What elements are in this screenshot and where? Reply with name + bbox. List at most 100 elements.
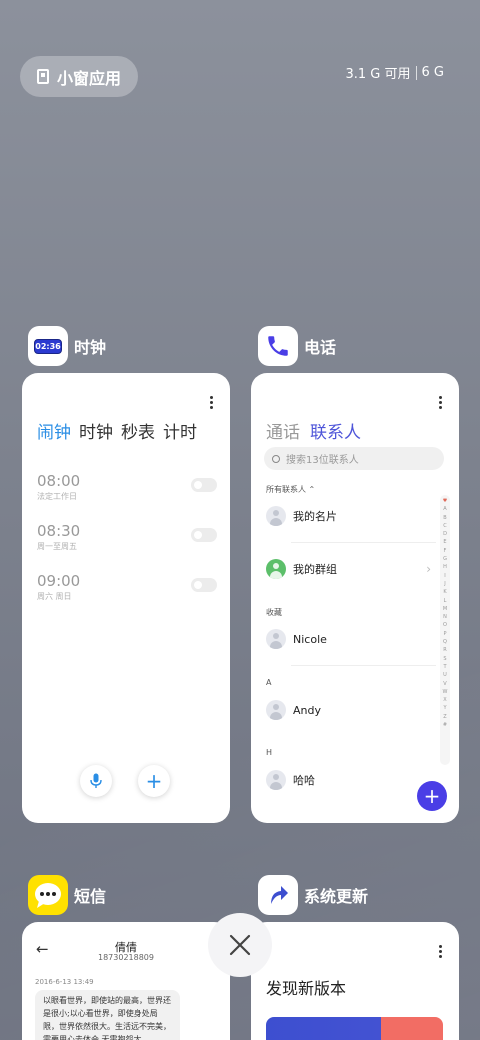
alphabet-letter[interactable]: N: [440, 613, 450, 621]
divider: [291, 542, 436, 543]
update-app-label[interactable]: 系统更新: [258, 875, 368, 915]
plus-icon: +: [145, 769, 163, 793]
alphabet-letter[interactable]: X: [440, 696, 450, 704]
update-title: 发现新版本: [266, 979, 347, 998]
alphabet-letter[interactable]: S: [440, 655, 450, 663]
tab-stopwatch[interactable]: 秒表: [121, 418, 155, 443]
alarm-time: 09:00: [37, 572, 81, 590]
update-app-name: 系统更新: [304, 887, 369, 906]
contact-row[interactable]: Nicole: [266, 629, 431, 649]
tab-calls[interactable]: 通话: [266, 418, 300, 443]
alphabet-letter[interactable]: ♥: [440, 497, 450, 505]
more-icon[interactable]: [210, 396, 214, 411]
alphabet-letter[interactable]: W: [440, 688, 450, 696]
alphabet-letter[interactable]: A: [440, 505, 450, 513]
all-contacts-filter[interactable]: 所有联系人 ⌃: [266, 484, 315, 495]
alarm-time: 08:30: [37, 522, 81, 540]
add-alarm-button[interactable]: +: [138, 765, 170, 797]
my-group-label: 我的群组: [293, 563, 337, 576]
contact-name: Nicole: [293, 632, 327, 646]
alphabet-letter[interactable]: Y: [440, 704, 450, 712]
search-icon: [272, 454, 280, 463]
phone-handset-icon: [268, 336, 288, 356]
clock-app-label[interactable]: 02:36 时钟: [28, 326, 106, 366]
tab-alarm[interactable]: 闹钟: [37, 418, 71, 443]
alphabet-letter[interactable]: M: [440, 605, 450, 613]
alarm-toggle[interactable]: [191, 478, 217, 492]
avatar-icon: [266, 770, 286, 790]
conversation-number: 18730218809: [98, 953, 154, 962]
phone-tabs: 通话 联系人: [266, 418, 361, 443]
my-group-row[interactable]: 我的群组 ›: [266, 559, 431, 579]
clear-all-button[interactable]: [208, 913, 272, 977]
divider: [291, 665, 436, 666]
voice-alarm-button[interactable]: [80, 765, 112, 797]
alphabet-index[interactable]: ♥ A B C D E F G H I J K L M N O P Q R S T U V W X Y Z #: [440, 495, 450, 765]
alphabet-letter[interactable]: K: [440, 588, 450, 596]
update-banner: [266, 1017, 443, 1040]
my-card-row[interactable]: 我的名片: [266, 506, 431, 526]
alphabet-letter[interactable]: T: [440, 663, 450, 671]
alphabet-letter[interactable]: L: [440, 597, 450, 605]
favorites-header: 收藏: [266, 608, 282, 617]
add-contact-button[interactable]: +: [417, 781, 447, 811]
alphabet-letter[interactable]: J: [440, 580, 450, 588]
plus-icon: +: [423, 784, 441, 808]
memory-status: 3.1 G 可用 6 G: [346, 63, 445, 82]
alphabet-letter[interactable]: Z: [440, 713, 450, 721]
mini-window-icon: [37, 69, 49, 84]
alarm-toggle[interactable]: [191, 578, 217, 592]
clock-app-card[interactable]: 闹钟 时钟 秒表 计时 08:00 法定工作日 08:30 周一至周五 09:0…: [22, 373, 230, 823]
alphabet-letter[interactable]: P: [440, 630, 450, 638]
contact-row[interactable]: 哈哈: [266, 770, 431, 790]
alarm-repeat: 周六 周日: [37, 592, 72, 601]
contact-row[interactable]: Andy: [266, 700, 431, 720]
contact-name: 哈哈: [293, 774, 315, 787]
alarm-item[interactable]: 08:30 周一至周五: [37, 522, 217, 552]
message-date: 2016-6-13 13:49: [35, 978, 94, 986]
tab-clock[interactable]: 时钟: [79, 418, 113, 443]
mini-window-apps-button[interactable]: 小窗应用: [20, 56, 138, 97]
alphabet-letter[interactable]: G: [440, 555, 450, 563]
message-bubble[interactable]: 以眼看世界，即使站的最高，世界还是很小;以心看世界，即使身处局限，世界依然很大。…: [35, 990, 180, 1040]
alphabet-letter[interactable]: F: [440, 547, 450, 555]
alarm-repeat: 周一至周五: [37, 542, 77, 551]
section-header-h: H: [266, 748, 273, 757]
my-card-label: 我的名片: [293, 510, 337, 523]
alphabet-letter[interactable]: E: [440, 538, 450, 546]
sms-app-card[interactable]: ← 倩倩 18730218809 2016-6-13 13:49 以眼看世界，即…: [22, 922, 230, 1040]
more-icon[interactable]: [439, 945, 443, 960]
alphabet-letter[interactable]: B: [440, 514, 450, 522]
alphabet-letter[interactable]: R: [440, 646, 450, 654]
phone-app-card[interactable]: 通话 联系人 搜索13位联系人 所有联系人 ⌃ 我的名片 我的群组 › 收藏 N…: [251, 373, 459, 823]
alarm-item[interactable]: 09:00 周六 周日: [37, 572, 217, 602]
memory-separator: [415, 65, 417, 80]
alphabet-letter[interactable]: C: [440, 522, 450, 530]
update-app-card[interactable]: 发现新版本: [251, 922, 459, 1040]
chevron-right-icon: ›: [426, 562, 431, 576]
alarm-time: 08:00: [37, 472, 81, 490]
phone-app-label[interactable]: 电话: [258, 326, 336, 366]
tab-timer[interactable]: 计时: [163, 418, 197, 443]
alphabet-letter[interactable]: I: [440, 572, 450, 580]
alphabet-letter[interactable]: #: [440, 721, 450, 729]
avatar-icon: [266, 629, 286, 649]
alphabet-letter[interactable]: O: [440, 621, 450, 629]
avatar-icon: [266, 700, 286, 720]
alarm-repeat: 法定工作日: [37, 492, 77, 501]
tab-contacts[interactable]: 联系人: [310, 418, 361, 443]
alphabet-letter[interactable]: V: [440, 680, 450, 688]
more-icon[interactable]: [439, 396, 443, 411]
alarm-toggle[interactable]: [191, 528, 217, 542]
update-app-icon: [258, 875, 298, 915]
sms-app-label[interactable]: 短信: [28, 875, 106, 915]
alphabet-letter[interactable]: Q: [440, 638, 450, 646]
contact-search-input[interactable]: 搜索13位联系人: [264, 447, 444, 470]
alphabet-letter[interactable]: D: [440, 530, 450, 538]
contact-name: Andy: [293, 703, 321, 717]
alphabet-letter[interactable]: H: [440, 563, 450, 571]
mini-window-label: 小窗应用: [57, 68, 122, 88]
memory-total: 6 G: [421, 65, 444, 80]
alphabet-letter[interactable]: U: [440, 671, 450, 679]
alarm-item[interactable]: 08:00 法定工作日: [37, 472, 217, 502]
